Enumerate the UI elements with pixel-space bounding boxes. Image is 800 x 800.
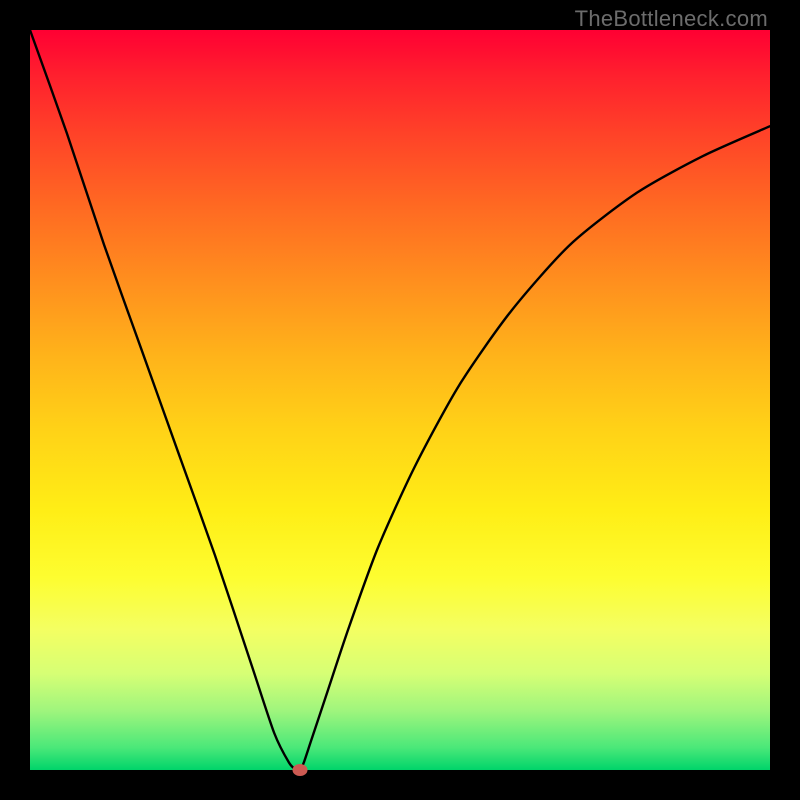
bottleneck-curve (30, 30, 770, 770)
watermark-text: TheBottleneck.com (575, 6, 768, 32)
chart-frame: TheBottleneck.com (0, 0, 800, 800)
plot-area (30, 30, 770, 770)
min-marker (293, 764, 308, 776)
